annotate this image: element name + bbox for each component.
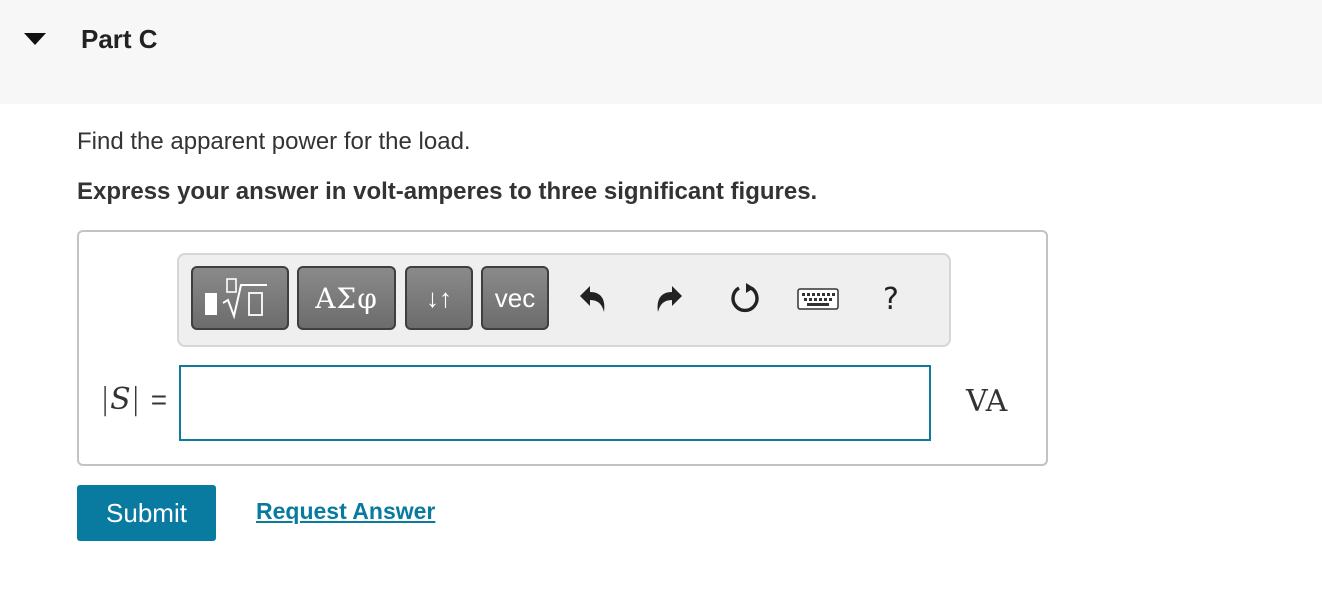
collapse-caret-icon[interactable]: [24, 33, 46, 45]
vector-button[interactable]: vec: [481, 266, 549, 330]
greek-symbols-button[interactable]: ΑΣφ: [297, 266, 396, 330]
equals-sign: =: [150, 384, 168, 415]
arrows-button[interactable]: ↓↑: [405, 266, 473, 330]
abs-bar-right: |: [130, 382, 141, 417]
keyboard-icon[interactable]: [795, 279, 841, 319]
request-answer-link[interactable]: Request Answer: [256, 496, 435, 526]
part-header[interactable]: Part C: [0, 0, 1322, 104]
question-prompt: Find the apparent power for the load.: [77, 128, 471, 155]
templates-button[interactable]: [191, 266, 289, 330]
part-title: Part C: [81, 24, 158, 54]
question-instruction: Express your answer in volt-amperes to t…: [77, 178, 818, 205]
redo-icon[interactable]: [649, 279, 689, 319]
undo-icon[interactable]: [573, 279, 613, 319]
answer-panel: ΑΣφ ↓↑ vec ? |S| = VA: [77, 230, 1048, 466]
reset-icon[interactable]: [725, 279, 765, 319]
math-toolbar: ΑΣφ ↓↑ vec ?: [177, 253, 951, 347]
answer-variable: S: [110, 382, 131, 417]
templates-radical-icon: [205, 278, 267, 320]
abs-bar-left: |: [100, 382, 111, 417]
submit-button[interactable]: Submit: [77, 485, 216, 541]
answer-unit: VA: [966, 384, 1008, 419]
help-button[interactable]: ?: [871, 279, 911, 319]
answer-input[interactable]: [179, 365, 931, 441]
answer-label: |S| =: [100, 380, 167, 420]
